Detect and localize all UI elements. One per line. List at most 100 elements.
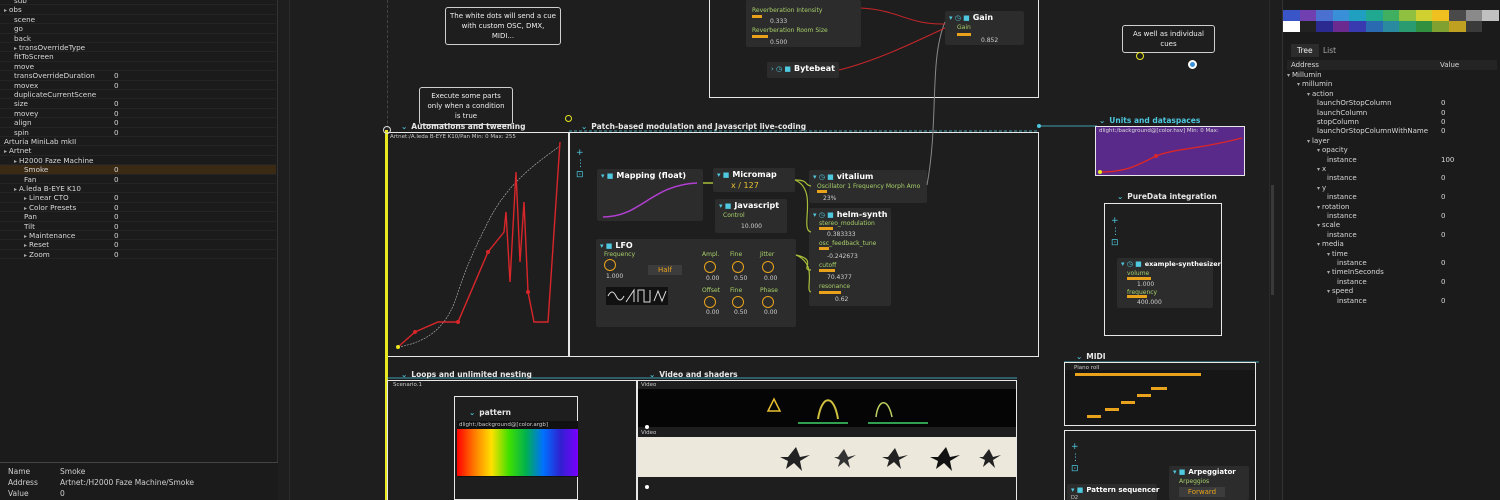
- remote-tree-row[interactable]: ▾ millumin: [1283, 80, 1499, 89]
- tree-row[interactable]: Tilt 0: [0, 222, 276, 231]
- expand-arrow-icon[interactable]: ▾: [1327, 288, 1330, 295]
- tree-row[interactable]: ▸ transOverrideType: [0, 43, 276, 53]
- color-swatch[interactable]: [1316, 10, 1333, 21]
- remote-tree-row[interactable]: ▾ Millumin: [1283, 71, 1499, 80]
- tree-row[interactable]: move: [0, 62, 276, 72]
- expand-arrow-icon[interactable]: ▾: [1317, 147, 1320, 154]
- trigger-icon[interactable]: [1136, 52, 1144, 60]
- remote-tree-row[interactable]: ▾ action: [1283, 90, 1499, 99]
- tree-row[interactable]: ▸ Color Presets 0: [0, 203, 276, 213]
- tree-row[interactable]: ▸ Maintenance 0: [0, 231, 276, 241]
- add-process-icon[interactable]: + ⋮ ⊡: [1111, 216, 1120, 249]
- expand-arrow-icon[interactable]: ▸: [4, 148, 7, 155]
- cue-dot[interactable]: [1037, 124, 1041, 128]
- tree-row[interactable]: duplicateCurrentScene: [0, 90, 276, 100]
- expand-arrow-icon[interactable]: ▾: [1317, 222, 1320, 229]
- color-swatch[interactable]: [1399, 21, 1416, 32]
- remote-tree-row[interactable]: ▾ x: [1283, 165, 1499, 174]
- color-swatch[interactable]: [1283, 21, 1300, 32]
- collapse-icon[interactable]: ⌄: [401, 370, 407, 379]
- synth-volume-bar[interactable]: [1127, 277, 1151, 280]
- color-swatch[interactable]: [1382, 21, 1400, 32]
- expand-arrow-icon[interactable]: ▸: [14, 45, 17, 52]
- pattern-sequencer-node[interactable]: ▾ ■ Pattern sequencer D2: [1067, 484, 1159, 500]
- remote-tree-row[interactable]: instance 0: [1283, 278, 1499, 287]
- remote-tree-row[interactable]: ▾ y: [1283, 184, 1499, 193]
- tree-row-value[interactable]: 0: [114, 250, 119, 259]
- expand-arrow-icon[interactable]: ▸: [24, 242, 27, 249]
- tree-row-value[interactable]: 0: [114, 81, 119, 90]
- remote-row-value[interactable]: 100: [1441, 156, 1454, 165]
- color-swatch[interactable]: [1465, 21, 1483, 32]
- remote-tree-row[interactable]: ▾ media: [1283, 240, 1499, 249]
- collapse-icon[interactable]: ⌄: [1099, 116, 1105, 125]
- expand-arrow-icon[interactable]: ▸: [24, 195, 27, 202]
- color-swatch[interactable]: [1415, 10, 1433, 21]
- tree-row[interactable]: ▸ Reset 0: [0, 240, 276, 250]
- tree-row[interactable]: ▸ Linear CTO 0: [0, 193, 276, 203]
- expand-arrow-icon[interactable]: ▸: [14, 186, 17, 193]
- units-curve[interactable]: [1096, 136, 1244, 176]
- tree-row-value[interactable]: 0: [114, 175, 119, 184]
- tree-row[interactable]: fitToScreen: [0, 52, 276, 62]
- color-swatch[interactable]: [1382, 10, 1400, 21]
- cue-dot[interactable]: [645, 425, 649, 429]
- remote-row-value[interactable]: 0: [1441, 109, 1445, 118]
- tree-row[interactable]: align 0: [0, 118, 276, 128]
- arpeggiator-node[interactable]: ▾ ■ Arpeggiator Arpeggios Forward: [1169, 466, 1249, 500]
- remote-tree-row[interactable]: instance 0: [1283, 193, 1499, 202]
- color-swatch[interactable]: [1299, 10, 1317, 21]
- expand-arrow-icon[interactable]: ▸: [24, 233, 27, 240]
- remote-tree-row[interactable]: instance 0: [1283, 297, 1499, 306]
- remote-row-value[interactable]: 0: [1441, 231, 1445, 240]
- remote-tree-row[interactable]: stopColumn 0: [1283, 118, 1499, 127]
- expand-arrow-icon[interactable]: ▾: [1327, 251, 1330, 258]
- color-swatch[interactable]: [1432, 21, 1449, 32]
- tree-row[interactable]: movex 0: [0, 81, 276, 90]
- remote-tree-row[interactable]: ▾ speed: [1283, 287, 1499, 296]
- inspector-address-value[interactable]: Artnet:/H2000 Faze Machine/Smoke: [60, 478, 194, 487]
- tree-row-value[interactable]: 0: [114, 193, 119, 202]
- tree-row[interactable]: ▸ obs: [0, 5, 276, 15]
- color-swatch[interactable]: [1432, 10, 1449, 21]
- remote-tree-row[interactable]: ▾ timeInSeconds: [1283, 268, 1499, 277]
- tree-row[interactable]: ▸ Artnet: [0, 146, 276, 156]
- arpeggiator-mode-select[interactable]: Forward: [1179, 487, 1225, 497]
- inspector-name-value[interactable]: Smoke: [60, 467, 85, 476]
- expand-arrow-icon[interactable]: ▾: [1297, 81, 1300, 88]
- tree-row[interactable]: Arturia MiniLab mkII: [0, 137, 276, 147]
- column-value[interactable]: Value: [1440, 60, 1459, 70]
- remote-row-value[interactable]: 0: [1441, 118, 1445, 127]
- add-process-icon[interactable]: + ⋮ ⊡: [1071, 442, 1080, 475]
- color-swatch[interactable]: [1332, 21, 1350, 32]
- remote-row-value[interactable]: 0: [1441, 99, 1445, 108]
- expand-arrow-icon[interactable]: ▾: [1307, 91, 1310, 98]
- remote-tree-row[interactable]: instance 0: [1283, 212, 1499, 221]
- tree-row-value[interactable]: 0: [114, 99, 119, 108]
- tree-row-value[interactable]: 0: [114, 212, 119, 221]
- remote-row-value[interactable]: 0: [1441, 193, 1445, 202]
- canvas-scrollbar[interactable]: [1271, 185, 1274, 295]
- example-synthesizer-node[interactable]: ▾ ◷ ■ example-synthesizer volume 1.000 fr…: [1117, 258, 1221, 308]
- video-1-thumbnails[interactable]: [638, 389, 1016, 427]
- tab-list[interactable]: List: [1317, 44, 1342, 57]
- tree-row[interactable]: ▸ H2000 Faze Machine: [0, 156, 276, 166]
- expand-arrow-icon[interactable]: ▾: [1317, 185, 1320, 192]
- tree-row[interactable]: spin 0: [0, 128, 276, 137]
- tree-row[interactable]: Fan 0: [0, 175, 276, 184]
- remote-row-value[interactable]: 0: [1441, 297, 1445, 306]
- remote-row-value[interactable]: 0: [1441, 259, 1445, 268]
- tree-row[interactable]: movey 0: [0, 109, 276, 119]
- tree-row[interactable]: scene: [0, 15, 276, 25]
- color-palette[interactable]: [1283, 10, 1499, 32]
- tree-row[interactable]: transOverrideDuration 0: [0, 71, 276, 81]
- tree-row-value[interactable]: 0: [114, 231, 119, 240]
- color-swatch[interactable]: [1366, 10, 1383, 21]
- tree-row[interactable]: ▸ Zoom 0: [0, 250, 276, 260]
- remote-tree-row[interactable]: instance 100: [1283, 156, 1499, 165]
- condition-icon[interactable]: [565, 115, 572, 122]
- expand-arrow-icon[interactable]: ▸: [24, 252, 27, 259]
- trigger-cue-icon[interactable]: [1188, 60, 1197, 69]
- tree-row-value[interactable]: 0: [114, 240, 119, 249]
- piano-roll[interactable]: [1065, 370, 1255, 425]
